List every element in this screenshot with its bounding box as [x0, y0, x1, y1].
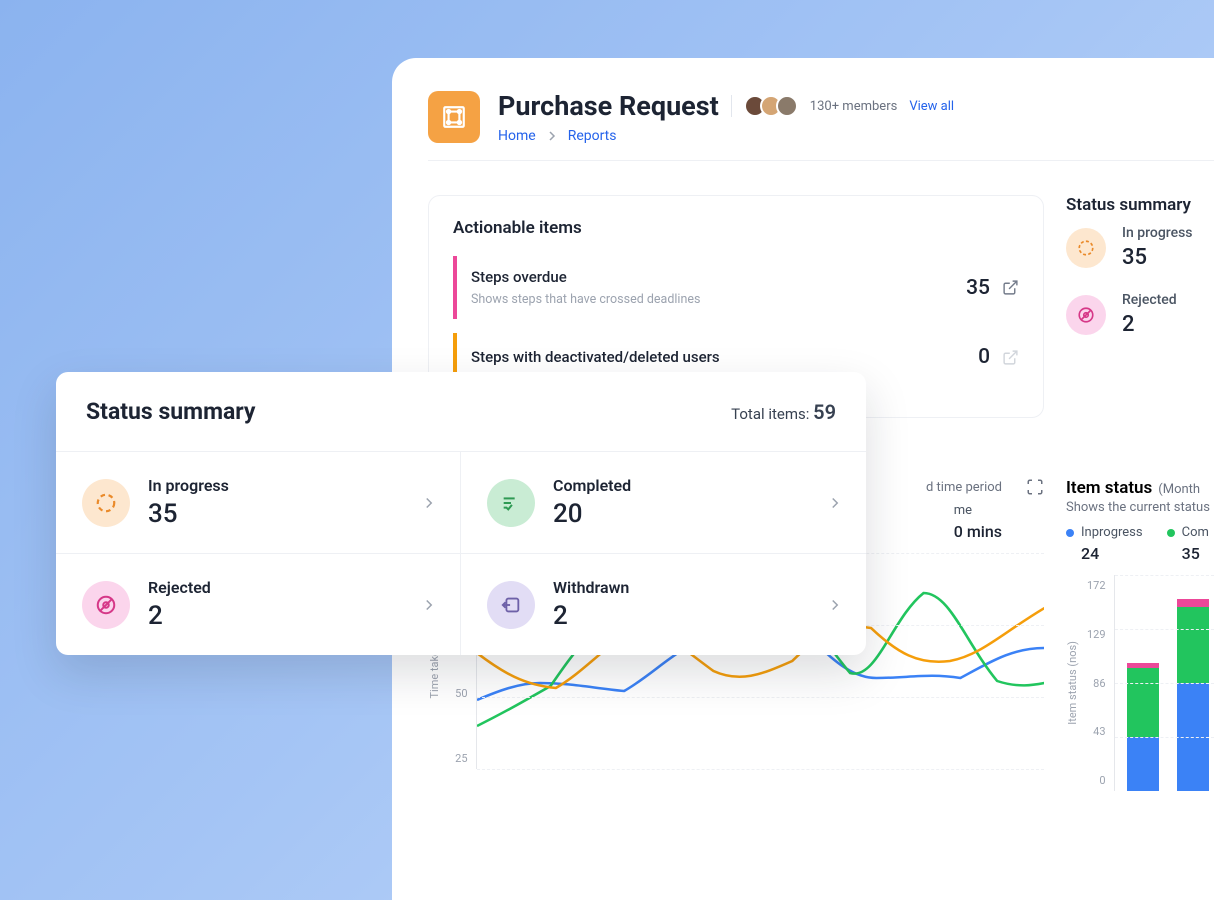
- withdrawn-icon: [487, 581, 535, 629]
- page-title: Purchase Request: [498, 90, 719, 122]
- dot-icon: [1167, 529, 1175, 537]
- stat-label: In progress: [1122, 225, 1193, 241]
- y-axis-label: Item status (nos): [1066, 641, 1079, 725]
- card-title: Actionable items: [453, 218, 1019, 238]
- progress-icon: [1066, 228, 1106, 268]
- y-axis: 17212986430: [1087, 575, 1106, 791]
- status-summary-side: Status summary In progress 35 Rejected 2: [1066, 195, 1214, 418]
- chevron-right-icon: [420, 494, 438, 512]
- breadcrumb-reports[interactable]: Reports: [568, 128, 617, 144]
- legend-value: 0 mins: [954, 522, 1002, 541]
- action-title: Steps with deactivated/deleted users: [471, 348, 720, 366]
- view-all-link[interactable]: View all: [909, 99, 954, 114]
- stat-label: Rejected: [1122, 292, 1177, 308]
- bar-chart: [1114, 575, 1214, 791]
- external-link-icon: [1002, 349, 1019, 366]
- chevron-right-icon: [826, 596, 844, 614]
- chevron-right-icon: [420, 596, 438, 614]
- progress-icon: [82, 479, 130, 527]
- chevron-right-icon: [546, 130, 558, 142]
- divider: [731, 95, 732, 117]
- status-cell-rejected[interactable]: Rejected 2: [56, 554, 461, 655]
- bar-stack: [1177, 599, 1209, 791]
- legend-value: 24: [1081, 544, 1143, 563]
- legend-label: me: [954, 503, 972, 518]
- legend-value: 35: [1182, 544, 1209, 563]
- member-avatars[interactable]: [744, 95, 798, 117]
- rejected-icon: [1066, 295, 1106, 335]
- card-period: (Month: [1158, 482, 1200, 497]
- status-summary-popup: Status summary Total items: 59 In progre…: [56, 372, 866, 655]
- app-icon: [428, 91, 480, 143]
- stat-value: 2: [1122, 312, 1177, 337]
- cell-label: Withdrawn: [553, 578, 629, 597]
- legend-label: Com: [1182, 525, 1209, 540]
- chart-legend: Inprogress 24 Com 35: [1066, 525, 1214, 563]
- stat-value: 35: [1122, 245, 1193, 270]
- status-cell-withdrawn[interactable]: Withdrawn 2: [461, 554, 866, 655]
- card-title: Status summary: [1066, 195, 1214, 215]
- cell-label: Rejected: [148, 578, 211, 597]
- completed-icon: [487, 479, 535, 527]
- action-title: Steps overdue: [471, 268, 700, 286]
- cell-value: 20: [553, 499, 631, 529]
- cell-label: In progress: [148, 476, 229, 495]
- external-link-icon[interactable]: [1002, 279, 1019, 296]
- total-items: Total items: 59: [731, 400, 836, 424]
- cell-label: Completed: [553, 476, 631, 495]
- item-status-card: Item status (Month Shows the current sta…: [1066, 478, 1214, 791]
- action-subtitle: Shows steps that have crossed deadlines: [471, 292, 700, 307]
- legend-label: Inprogress: [1081, 525, 1143, 540]
- dot-icon: [1066, 529, 1074, 537]
- rejected-icon: [82, 581, 130, 629]
- header: Purchase Request 130+ members View all H…: [428, 90, 1214, 144]
- cell-value: 2: [148, 601, 211, 631]
- action-count: 0: [978, 345, 990, 369]
- cell-value: 2: [553, 601, 629, 631]
- action-item-overdue[interactable]: Steps overdue Shows steps that have cros…: [453, 256, 1019, 319]
- popup-title: Status summary: [86, 398, 256, 425]
- expand-icon[interactable]: [1026, 478, 1044, 496]
- chart-subtitle: Shows the current status: [1066, 500, 1214, 515]
- breadcrumb-home[interactable]: Home: [498, 128, 536, 144]
- divider: [428, 160, 1214, 161]
- chevron-right-icon: [826, 494, 844, 512]
- status-inprogress[interactable]: In progress 35: [1066, 225, 1214, 270]
- status-cell-inprogress[interactable]: In progress 35: [56, 452, 461, 554]
- status-cell-completed[interactable]: Completed 20: [461, 452, 866, 554]
- breadcrumb: Home Reports: [498, 128, 1214, 144]
- card-title: Item status: [1066, 478, 1152, 498]
- members-count: 130+ members: [810, 99, 898, 114]
- status-rejected[interactable]: Rejected 2: [1066, 292, 1214, 337]
- cell-value: 35: [148, 499, 229, 529]
- action-count: 35: [966, 276, 990, 300]
